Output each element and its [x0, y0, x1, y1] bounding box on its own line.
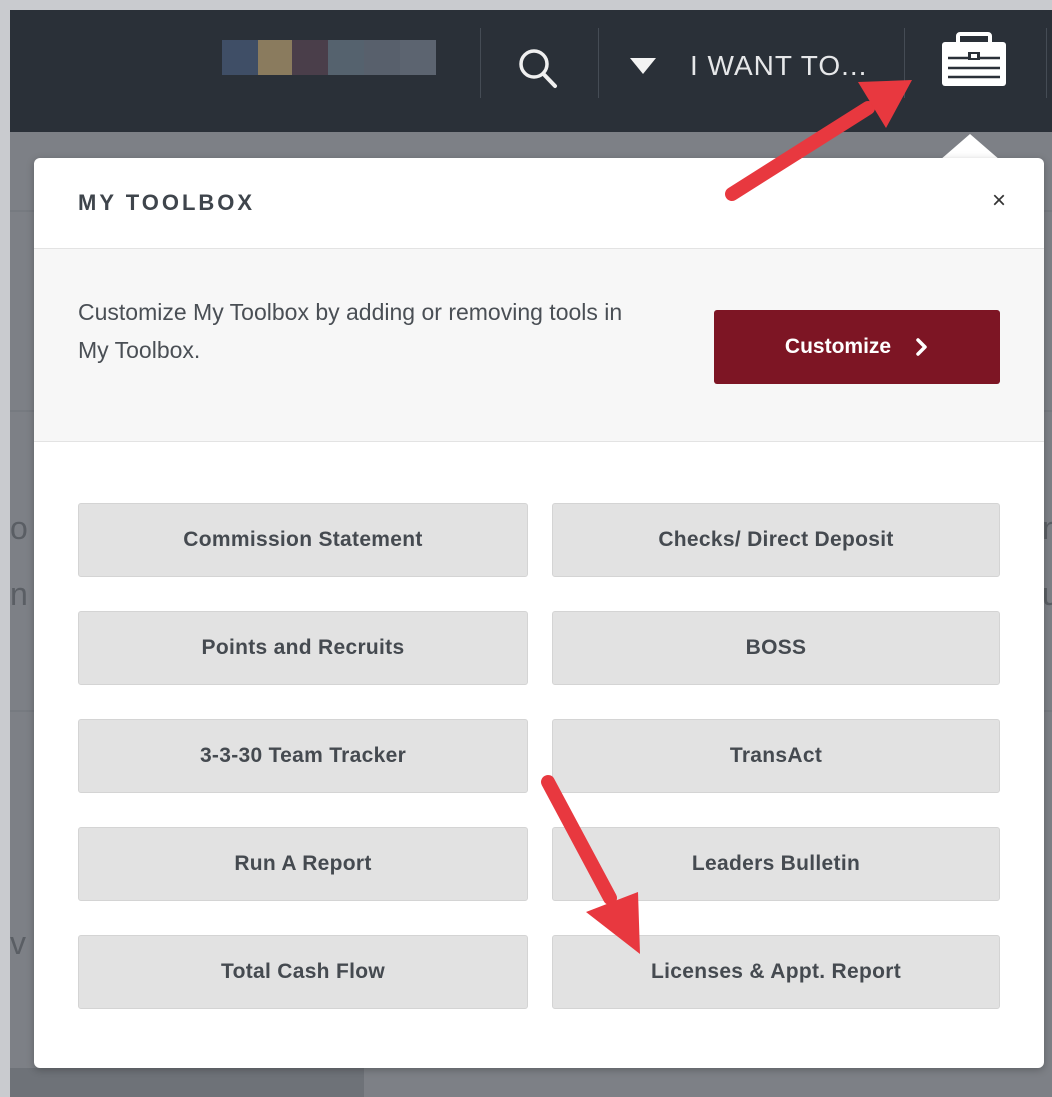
- app-window: I WANT TO... o n v n u MY TOOLBOX × Cust…: [10, 10, 1052, 1097]
- i-want-to-label: I WANT TO...: [690, 50, 868, 81]
- tool-button-total-cash-flow[interactable]: Total Cash Flow: [78, 935, 528, 1009]
- user-avatar-redacted: [222, 40, 436, 75]
- popup-caret: [940, 134, 1000, 160]
- tool-label: Checks/ Direct Deposit: [658, 528, 894, 551]
- tool-button-leaders-bulletin[interactable]: Leaders Bulletin: [552, 827, 1000, 901]
- toolbox-icon: [942, 32, 1006, 86]
- nav-divider: [1046, 28, 1047, 98]
- tool-label: BOSS: [745, 636, 807, 659]
- tool-button-checks-direct-deposit[interactable]: Checks/ Direct Deposit: [552, 503, 1000, 577]
- tool-button-team-tracker[interactable]: 3-3-30 Team Tracker: [78, 719, 528, 793]
- tool-label: Points and Recruits: [201, 636, 405, 659]
- tool-button-transact[interactable]: TransAct: [552, 719, 1000, 793]
- i-want-to-menu[interactable]: I WANT TO...: [630, 46, 867, 86]
- customize-section: Customize My Toolbox by adding or removi…: [34, 249, 1044, 442]
- my-toolbox-button[interactable]: [936, 32, 1012, 90]
- tool-button-licenses-appt-report[interactable]: Licenses & Appt. Report: [552, 935, 1000, 1009]
- tool-label: Commission Statement: [183, 528, 423, 551]
- tool-label: Run A Report: [234, 852, 372, 875]
- tools-grid: Commission Statement Checks/ Direct Depo…: [78, 503, 1000, 1009]
- tool-label: Leaders Bulletin: [691, 852, 861, 875]
- tool-label: TransAct: [729, 744, 823, 767]
- nav-divider: [598, 28, 599, 98]
- close-icon: ×: [991, 187, 1006, 214]
- background-panel: [10, 1068, 364, 1097]
- triangle-down-icon: [630, 58, 656, 74]
- chevron-right-icon: [916, 338, 927, 356]
- search-button[interactable]: [515, 46, 561, 92]
- popup-header: MY TOOLBOX ×: [34, 158, 1044, 249]
- customize-description: Customize My Toolbox by adding or removi…: [78, 299, 623, 363]
- top-nav-bar: I WANT TO...: [10, 10, 1052, 132]
- popup-title: MY TOOLBOX: [78, 190, 256, 215]
- customize-button[interactable]: Customize: [714, 310, 1000, 384]
- background-text-fragment: n: [10, 576, 28, 612]
- customize-button-label: Customize: [784, 335, 892, 358]
- nav-divider: [480, 28, 481, 98]
- tool-label: 3-3-30 Team Tracker: [199, 744, 407, 767]
- tool-button-run-a-report[interactable]: Run A Report: [78, 827, 528, 901]
- tool-button-boss[interactable]: BOSS: [552, 611, 1000, 685]
- close-button[interactable]: ×: [986, 188, 1012, 214]
- background-text-fragment: o: [10, 510, 28, 546]
- background-text-fragment: v: [10, 925, 26, 961]
- search-icon: [519, 49, 557, 88]
- tool-label: Licenses & Appt. Report: [651, 960, 901, 983]
- tool-button-points-and-recruits[interactable]: Points and Recruits: [78, 611, 528, 685]
- my-toolbox-popup: MY TOOLBOX × Customize My Toolbox by add…: [34, 158, 1044, 1068]
- tool-button-commission-statement[interactable]: Commission Statement: [78, 503, 528, 577]
- nav-divider: [904, 28, 905, 98]
- tool-label: Total Cash Flow: [221, 960, 385, 983]
